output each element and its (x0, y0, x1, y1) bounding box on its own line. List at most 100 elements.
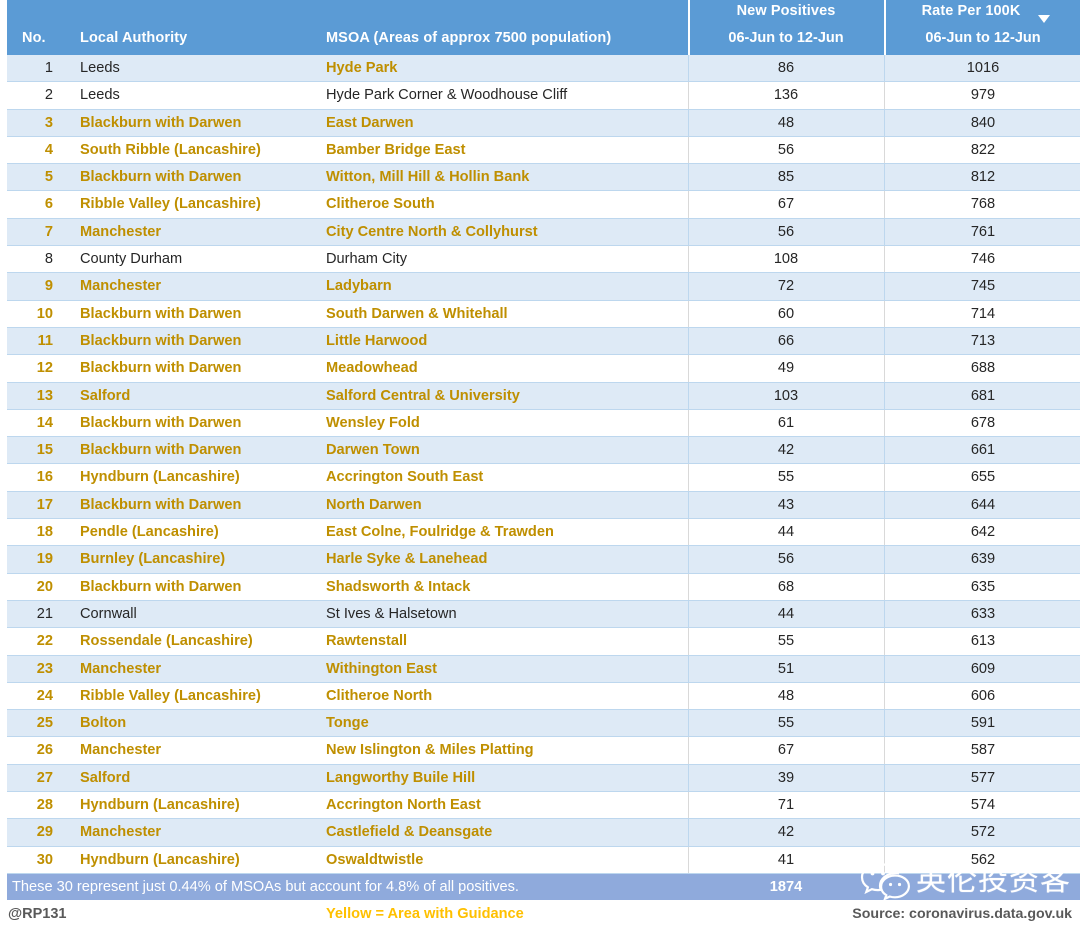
table-row[interactable]: 9 Manchester Ladybarn 72 745 (0, 273, 1080, 301)
cell-no: 26 (36, 742, 53, 759)
table-row[interactable]: 10 Blackburn with Darwen South Darwen & Wh… (0, 300, 1080, 328)
column-header-local-authority[interactable]: Local Authority (80, 30, 187, 47)
cell-divider-2 (884, 519, 885, 547)
cell-msoa: Shadsworth & Intack (326, 578, 471, 595)
footer-bar: @RP131 Yellow = Area with Guidance Sourc… (0, 900, 1080, 929)
cell-new-positives: 42 (777, 824, 795, 841)
cell-msoa: Wensley Fold (326, 414, 420, 431)
table-row[interactable]: 4 South Ribble (Lancashire) Bamber Bridge … (0, 136, 1080, 165)
cell-local-authority: Pendle (Lancashire) (80, 524, 219, 541)
cell-no: 17 (36, 496, 53, 513)
cell-local-authority: Manchester (80, 742, 162, 759)
cell-msoa: Hyde Park (326, 60, 398, 76)
cell-rate-per-100k: 642 (970, 524, 996, 541)
cell-rate-per-100k: 714 (970, 305, 996, 322)
table-row[interactable]: 15 Blackburn with Darwen Darwen Town 42 661 (0, 437, 1080, 465)
table-row[interactable]: 24 Ribble Valley (Lancashire) Clitheroe No… (0, 682, 1080, 711)
cell-divider-2 (884, 218, 885, 247)
table-row[interactable]: 25 Bolton Tonge 55 591 (0, 710, 1080, 738)
cell-msoa: Accrington North East (326, 797, 481, 814)
cell-no: 20 (36, 578, 53, 595)
table-row[interactable]: 2 Leeds Hyde Park Corner & Woodhouse Cliff… (0, 82, 1080, 110)
table-row[interactable]: 16 Hyndburn (Lancashire) Accrington South … (0, 464, 1080, 492)
cell-local-authority: Hyndburn (Lancashire) (80, 851, 240, 868)
cell-local-authority: Manchester (80, 660, 162, 677)
table-row[interactable]: 13 Salford Salford Central & University 103… (0, 382, 1080, 410)
cell-local-authority: South Ribble (Lancashire) (80, 141, 261, 158)
cell-divider-2 (884, 573, 885, 601)
cell-no: 3 (44, 114, 53, 131)
table-row[interactable]: 5 Blackburn with Darwen Witton, Mill Hill … (0, 164, 1080, 192)
column-header-new-positives[interactable]: New Positives (689, 3, 883, 20)
cell-msoa: East Darwen (326, 114, 414, 131)
table-row[interactable]: 18 Pendle (Lancashire) East Colne, Foulrid… (0, 519, 1080, 547)
table-row[interactable]: 3 Blackburn with Darwen East Darwen 48 840 (0, 109, 1080, 137)
cell-divider-2 (884, 409, 885, 438)
cell-divider-2 (884, 628, 885, 656)
cell-rate-per-100k: 562 (970, 851, 996, 868)
cell-local-authority: Blackburn with Darwen (80, 496, 242, 513)
cell-new-positives: 42 (777, 442, 795, 459)
table-row[interactable]: 30 Hyndburn (Lancashire) Oswaldtwistle 41 56… (0, 846, 1080, 874)
table-row[interactable]: 20 Blackburn with Darwen Shadsworth & Inta… (0, 573, 1080, 601)
table-row[interactable]: 14 Blackburn with Darwen Wensley Fold 61 678 (0, 409, 1080, 438)
cell-divider-2 (884, 655, 885, 683)
cell-new-positives: 67 (777, 742, 795, 759)
cell-new-positives: 61 (777, 414, 795, 431)
cell-new-positives: 56 (777, 141, 795, 158)
table-row[interactable]: 27 Salford Langworthy Buile Hill 39 577 (0, 764, 1080, 793)
cell-local-authority: Blackburn with Darwen (80, 414, 242, 431)
cell-new-positives: 136 (773, 87, 799, 104)
cell-new-positives: 44 (777, 605, 795, 622)
table-row[interactable]: 8 County Durham Durham City 108 746 (0, 246, 1080, 274)
cell-no: 19 (36, 551, 53, 568)
cell-new-positives: 67 (777, 196, 795, 213)
column-header-no[interactable]: No. (22, 30, 46, 47)
caret-down-icon[interactable] (1037, 11, 1051, 29)
table-row[interactable]: 22 Rossendale (Lancashire) Rawtenstall 55 61… (0, 628, 1080, 656)
cell-no: 27 (36, 769, 53, 786)
table-row[interactable]: 17 Blackburn with Darwen North Darwen 43 644 (0, 491, 1080, 520)
table-row[interactable]: 1 Leeds Hyde Park 86 1016 (0, 55, 1080, 83)
cell-new-positives: 44 (777, 524, 795, 541)
cell-msoa: Rawtenstall (326, 633, 408, 650)
table-row[interactable]: 26 Manchester New Islington & Miles Platti… (0, 737, 1080, 765)
cell-msoa: Witton, Mill Hill & Hollin Bank (326, 169, 530, 186)
cell-msoa: Meadowhead (326, 360, 418, 377)
cell-local-authority: Blackburn with Darwen (80, 169, 242, 186)
table-row[interactable]: 29 Manchester Castlefield & Deansgate 42 572 (0, 819, 1080, 847)
cell-msoa: Oswaldtwistle (326, 851, 424, 868)
cell-no: 2 (44, 87, 53, 104)
cell-no: 12 (36, 360, 53, 377)
cell-local-authority: Salford (80, 387, 131, 404)
cell-no: 24 (36, 687, 53, 704)
cell-local-authority: Ribble Valley (Lancashire) (80, 196, 261, 213)
table-row[interactable]: 11 Blackburn with Darwen Little Harwood 66 7… (0, 327, 1080, 356)
cell-msoa: South Darwen & Whitehall (326, 305, 508, 322)
cell-rate-per-100k: 577 (970, 769, 996, 786)
cell-new-positives: 55 (777, 715, 795, 732)
cell-divider-2 (884, 191, 885, 219)
cell-no: 7 (44, 223, 53, 240)
table-row[interactable]: 28 Hyndburn (Lancashire) Accrington North … (0, 792, 1080, 820)
table-row[interactable]: 7 Manchester City Centre North & Collyhurs… (0, 218, 1080, 247)
cell-rate-per-100k: 678 (970, 414, 996, 431)
table-row[interactable]: 21 Cornwall St Ives & Halsetown 44 633 (0, 600, 1080, 629)
table-row[interactable]: 12 Blackburn with Darwen Meadowhead 49 688 (0, 355, 1080, 383)
column-header-msoa[interactable]: MSOA (Areas of approx 7500 population) (326, 30, 611, 47)
cell-local-authority: Salford (80, 769, 131, 786)
cell-no: 22 (36, 633, 53, 650)
table-row[interactable]: 6 Ribble Valley (Lancashire) Clitheroe Sou… (0, 191, 1080, 219)
cell-no: 1 (44, 60, 53, 76)
cell-msoa: Durham City (326, 251, 408, 268)
cell-rate-per-100k: 574 (970, 797, 996, 814)
column-header-rate-per-100k[interactable]: Rate Per 100K (886, 3, 1056, 20)
cell-new-positives: 51 (777, 660, 795, 677)
table-row[interactable]: 19 Burnley (Lancashire) Harle Syke & Laneh… (0, 546, 1080, 574)
table-row[interactable]: 23 Manchester Withington East 51 609 (0, 655, 1080, 683)
cell-rate-per-100k: 655 (970, 469, 996, 486)
cell-no: 23 (36, 660, 53, 677)
cell-divider-2 (884, 846, 885, 874)
cell-no: 21 (36, 605, 53, 622)
cell-local-authority: Leeds (80, 87, 120, 104)
